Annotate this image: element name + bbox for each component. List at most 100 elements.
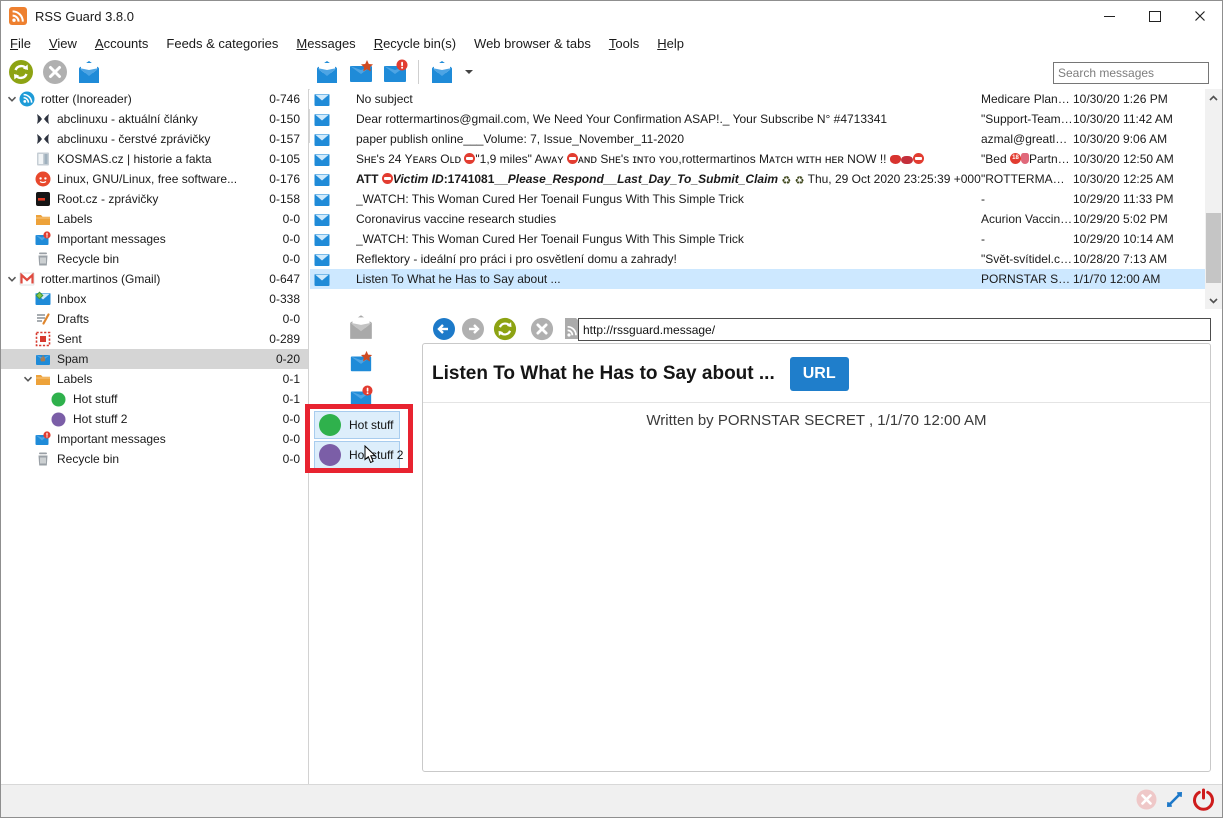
feed-row[interactable]: Recycle bin0-0 (1, 449, 308, 469)
feed-count: 0-0 (283, 212, 308, 226)
feed-row[interactable]: rotter.martinos (Gmail)0-647 (1, 269, 308, 289)
feed-label: Recycle bin (57, 252, 283, 266)
url-input[interactable] (578, 318, 1211, 341)
scroll-up-icon[interactable] (1205, 89, 1222, 106)
mail-alert-icon[interactable] (346, 383, 376, 411)
menu-view[interactable]: View (40, 33, 86, 54)
feed-row[interactable]: Drafts0-0 (1, 309, 308, 329)
minimize-icon[interactable] (1087, 1, 1132, 31)
feed-count: 0-289 (269, 332, 308, 346)
feed-label: Spam (57, 352, 276, 366)
feed-label: Drafts (57, 312, 283, 326)
message-row[interactable]: Listen To What he Has to Say about ...PO… (310, 269, 1205, 289)
label-color-dot (319, 414, 341, 436)
feed-row[interactable]: Labels0-0 (1, 209, 308, 229)
mail-open-caret-icon[interactable] (428, 58, 456, 86)
message-row[interactable]: No subjectMedicare Plan <e...10/30/20 1:… (310, 89, 1205, 109)
feed-count: 0-176 (269, 172, 308, 186)
message-subject: Sʜᴇ's 24 Yᴇᴀʀs Oʟᴅ "1,9 miles" Aᴡᴀʏ ᴀɴᴅ … (356, 152, 981, 166)
feed-row[interactable]: Important messages0-0 (1, 429, 308, 449)
menu-file[interactable]: File (1, 33, 40, 54)
mail-icon (314, 132, 330, 147)
message-subject: ATT Victim ID:1741081__Please_Respond__L… (356, 172, 981, 187)
back-icon[interactable] (432, 317, 456, 341)
mark-read-mail-icon[interactable] (313, 58, 341, 86)
feed-label: rotter (Inoreader) (41, 92, 269, 106)
message-row[interactable]: paper publish online___Volume: 7, Issue_… (310, 129, 1205, 149)
menu-accounts[interactable]: Accounts (86, 33, 157, 54)
expand-arrow-icon[interactable] (5, 274, 18, 284)
label-button-hot-stuff[interactable]: Hot stuff (314, 411, 400, 439)
scroll-down-icon[interactable] (1205, 292, 1222, 309)
menu-recycle-bin-s[interactable]: Recycle bin(s) (365, 33, 465, 54)
menu-web-browser-tabs[interactable]: Web browser & tabs (465, 33, 600, 54)
menu-tools[interactable]: Tools (600, 33, 648, 54)
message-date: 10/29/20 5:02 PM (1073, 212, 1205, 226)
feed-row[interactable]: rotter (Inoreader)0-746 (1, 89, 308, 109)
important-icon (34, 431, 51, 447)
fullscreen-icon[interactable] (1164, 789, 1185, 813)
feed-row[interactable]: KOSMAS.cz | historie a fakta0-105 (1, 149, 308, 169)
feed-count: 0-158 (269, 192, 308, 206)
feed-row[interactable]: Hot stuff0-1 (1, 389, 308, 409)
feed-count: 0-1 (283, 372, 308, 386)
toolbar-separator (418, 60, 419, 84)
tongue-emoji (1021, 153, 1029, 164)
message-row[interactable]: ATT Victim ID:1741081__Please_Respond__L… (310, 169, 1205, 189)
feed-row[interactable]: Hot stuff 20-0 (1, 409, 308, 429)
feed-label: Root.cz - zprávičky (57, 192, 269, 206)
close-icon[interactable] (1177, 1, 1222, 31)
drafts-icon (34, 311, 51, 327)
feed-row[interactable]: Linux, GNU/Linux, free software...0-176 (1, 169, 308, 189)
mail-open-icon[interactable] (75, 58, 103, 86)
feed-row[interactable]: Root.cz - zprávičky0-158 (1, 189, 308, 209)
menu-messages[interactable]: Messages (287, 33, 364, 54)
chevron-down-icon[interactable] (465, 70, 473, 78)
message-row[interactable]: Dear rottermartinos@gmail.com, We Need Y… (310, 109, 1205, 129)
refresh-feeds-icon[interactable] (7, 58, 35, 86)
feed-row[interactable]: Sent0-289 (1, 329, 308, 349)
url-button[interactable]: URL (790, 357, 849, 391)
mail-icon (314, 172, 330, 187)
message-row[interactable]: _WATCH: This Woman Cured Her Toenail Fun… (310, 189, 1205, 209)
label-button-hot-stuff-2[interactable]: Hot stuff 2 (314, 441, 400, 469)
scrollbar-thumb[interactable] (1206, 213, 1221, 283)
feed-count: 0-647 (269, 272, 308, 286)
message-date: 10/30/20 12:25 AM (1073, 172, 1205, 186)
feed-row[interactable]: Inbox0-338 (1, 289, 308, 309)
no-entry-emoji (464, 153, 475, 164)
reload-icon[interactable] (493, 317, 517, 341)
menu-help[interactable]: Help (648, 33, 693, 54)
feed-count: 0-157 (269, 132, 308, 146)
message-subject: Listen To What he Has to Say about ... (356, 272, 981, 286)
search-input[interactable] (1053, 62, 1209, 84)
message-row[interactable]: Coronavirus vaccine research studiesAcur… (310, 209, 1205, 229)
feed-row[interactable]: Important messages0-0 (1, 229, 308, 249)
maximize-icon[interactable] (1132, 1, 1177, 31)
feed-row[interactable]: Recycle bin0-0 (1, 249, 308, 269)
message-list-scrollbar[interactable] (1205, 89, 1222, 309)
mail-alert-icon[interactable] (381, 58, 409, 86)
expand-arrow-icon[interactable] (21, 374, 34, 384)
message-row[interactable]: Reflektory - ideální pro práci i pro osv… (310, 249, 1205, 269)
feed-row[interactable]: abclinuxu - aktuální články0-150 (1, 109, 308, 129)
menu-feeds-categories[interactable]: Feeds & categories (157, 33, 287, 54)
message-row[interactable]: Sʜᴇ's 24 Yᴇᴀʀs Oʟᴅ "1,9 miles" Aᴡᴀʏ ᴀɴᴅ … (310, 149, 1205, 169)
inoreader-icon (18, 91, 35, 107)
message-row[interactable]: _WATCH: This Woman Cured Her Toenail Fun… (310, 229, 1205, 249)
feed-label: Hot stuff (73, 392, 283, 406)
feed-row[interactable]: abclinuxu - čerstvé zprávičky0-157 (1, 129, 308, 149)
message-title: Listen To What he Has to Say about ... (432, 363, 775, 385)
app-rss-icon (9, 7, 27, 25)
mail-icon (314, 112, 330, 127)
mark-unread-mail-icon[interactable] (346, 313, 376, 341)
power-icon[interactable] (1192, 788, 1215, 814)
expand-arrow-icon[interactable] (5, 94, 18, 104)
mail-star-icon[interactable] (347, 58, 375, 86)
mail-star-icon[interactable] (346, 348, 376, 376)
feed-row[interactable]: Spam0-20 (1, 349, 308, 369)
trash-icon (34, 451, 51, 467)
folder-icon (34, 211, 51, 227)
feed-label: abclinuxu - aktuální články (57, 112, 269, 126)
feed-row[interactable]: Labels0-1 (1, 369, 308, 389)
